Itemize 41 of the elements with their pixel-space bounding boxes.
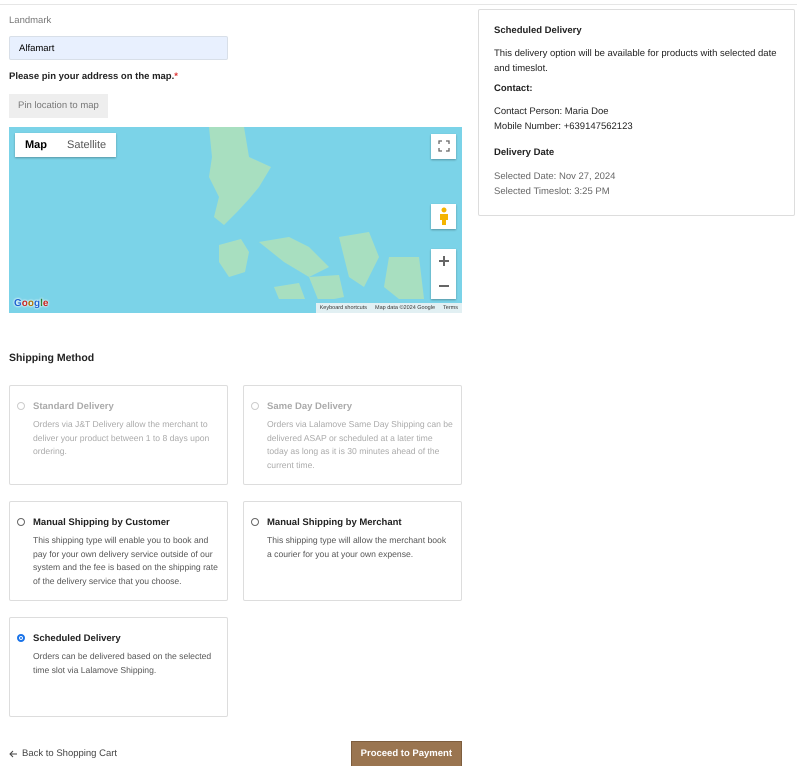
date-line: Selected Date: Nov 27, 2024 — [494, 170, 616, 184]
landmark-field[interactable]: Alfamart — [9, 36, 228, 60]
date-line: Selected Timeslot: 3:25 PM — [494, 184, 611, 199]
zoom-out-button[interactable] — [431, 274, 456, 299]
person-icon — [438, 207, 448, 226]
summary-description: This delivery option will be available for products with selected date and timeslot. — [494, 47, 778, 76]
shipping-option-card[interactable] — [9, 500, 228, 600]
back-link[interactable]: Back to Shopping Cart — [9, 746, 118, 761]
fullscreen-icon — [438, 140, 450, 152]
zoom-in-button[interactable] — [431, 248, 456, 274]
map-logo: Google — [14, 296, 48, 311]
option-description: This shipping type will allow the merchant book a courier for you at your own expense. — [267, 534, 448, 561]
pin-prompt: Please pin your address on the map.* — [9, 70, 179, 84]
arrow-left-icon — [9, 750, 18, 758]
option-description: Orders can be delivered based on the selected time slot via Lalamove Shipping. — [33, 650, 212, 677]
summary-title: Scheduled Delivery — [494, 24, 583, 38]
option-description: Orders via Lalamove Same Day Shipping can be delivered ASAP or scheduled at a later time today as long as it is 30 minutes ahead of the current time. — [267, 418, 453, 472]
option-description: Orders via J&T Delivery allow the merchant to deliver your product between 1 to 8 days upon ordering. — [33, 418, 210, 458]
pin-location-button[interactable]: Pin location to map — [9, 94, 108, 118]
section-title: Shipping Method — [9, 350, 96, 366]
radio-button[interactable] — [251, 518, 259, 526]
map-type-tab[interactable]: Satellite — [57, 132, 116, 158]
shipping-option-card[interactable]: Scheduled Delivery Orders can be delivered based on the selected time slot via Lalamove Shipping. — [9, 616, 228, 716]
option-title: Scheduled Delivery — [33, 632, 122, 646]
field-label: Landmark — [9, 14, 52, 28]
radio-button[interactable] — [17, 518, 25, 526]
contact-line: Contact Person: Maria Doe — [494, 104, 610, 119]
option-title: Standard Delivery — [33, 400, 115, 414]
contact-line: Mobile Number: +639147562123 — [494, 120, 634, 134]
proceed-button[interactable]: Proceed to Payment — [350, 740, 462, 766]
option-description: This shipping type will enable you to book and pay for your own delivery service outside of our system and the fee is based on the shipping rate of the delivery service that you choose. — [33, 534, 219, 588]
date-heading: Delivery Date — [494, 146, 556, 160]
plus-icon — [438, 254, 450, 267]
shipping-option-card[interactable]: Manual Shipping by Merchant This shipping type will allow the merchant book a courier for you at your own expense. — [243, 500, 462, 600]
fullscreen-button[interactable] — [431, 134, 456, 159]
option-title: Manual Shipping by Merchant — [267, 516, 403, 530]
option-title: Same Day Delivery — [267, 400, 354, 414]
contact-heading: Contact: — [494, 82, 534, 96]
radio-button[interactable] — [17, 634, 25, 642]
map-type-tab[interactable]: Map — [15, 132, 57, 158]
option-title: Manual Shipping by Customer — [33, 516, 171, 530]
